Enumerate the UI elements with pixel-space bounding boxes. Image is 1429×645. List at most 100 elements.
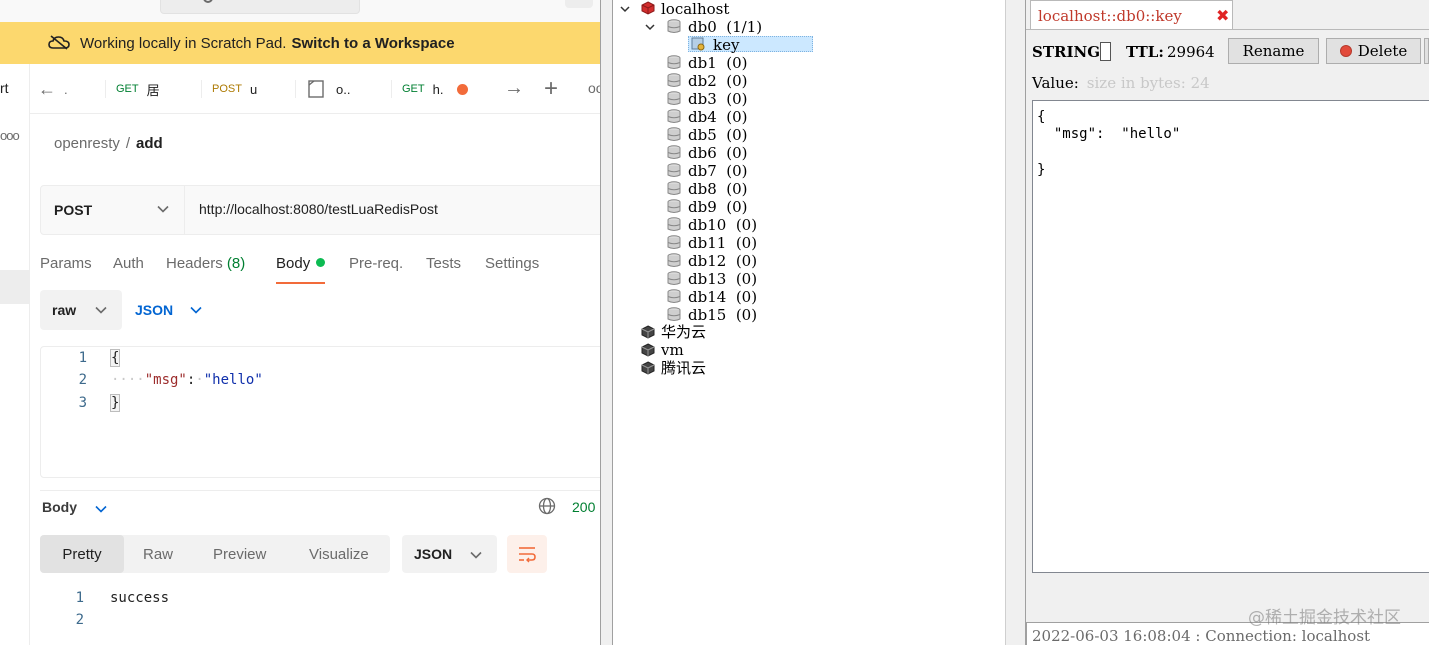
breadcrumb-collection[interactable]: openresty [54, 135, 120, 152]
tree-db-item[interactable]: db9 (0) [688, 198, 748, 216]
arrow-right-icon[interactable]: → [504, 77, 524, 100]
search-bar[interactable] [160, 0, 360, 14]
status-text: 2022-06-03 16:08:04 : Connection: localh… [1032, 627, 1371, 645]
response-header: Body 200 [40, 490, 600, 520]
more-tabs-icon[interactable]: oo [588, 80, 600, 96]
header-button[interactable] [565, 0, 593, 8]
ttl-label: TTL: [1126, 43, 1164, 61]
tab-raw[interactable]: Raw [143, 535, 173, 573]
tab-label: o.. [336, 81, 351, 97]
tree-db0[interactable]: db0 (1/1) [688, 18, 762, 36]
tab-body[interactable]: Body [276, 255, 326, 284]
response-format-select[interactable]: JSON [402, 535, 497, 573]
value-line: "msg": "hello" [1037, 126, 1181, 142]
tab-prereq[interactable]: Pre-req. [349, 255, 403, 272]
value-editor[interactable]: { "msg": "hello" } [1032, 100, 1429, 573]
tab-visualize[interactable]: Visualize [309, 535, 369, 573]
wrap-lines-button[interactable] [507, 535, 547, 573]
tree-db-item[interactable]: db14 (0) [688, 288, 757, 306]
tab-params[interactable]: Params [40, 255, 92, 272]
database-icon [667, 271, 681, 285]
tree-db-item[interactable]: db11 (0) [688, 234, 757, 252]
tree-db-item[interactable]: db13 (0) [688, 270, 757, 288]
tree-key[interactable]: key [713, 36, 739, 54]
tree-db-item[interactable]: db15 (0) [688, 306, 757, 324]
tree-db-item[interactable]: db1 (0) [688, 54, 748, 72]
tree-server-localhost[interactable]: localhost [661, 0, 729, 18]
json-value: "hello" [203, 372, 263, 388]
tab-get-2[interactable]: GET h. [402, 64, 488, 114]
tab-back[interactable]: ← . [38, 64, 106, 114]
tab-get-1[interactable]: GET 居 [116, 64, 202, 114]
database-icon [667, 73, 681, 87]
value-line: { [1037, 109, 1046, 125]
tree-db-item[interactable]: db10 (0) [688, 216, 757, 234]
response-view-tabs: Pretty Raw Preview Visualize [40, 535, 390, 573]
sidebar-import-button[interactable]: rt [0, 80, 9, 96]
document-icon [308, 80, 324, 98]
sidebar-selected-item[interactable] [0, 270, 29, 304]
chevron-down-icon [470, 551, 482, 559]
tree-server-huawei[interactable]: 华为云 [661, 323, 706, 341]
value-label: Value: [1032, 74, 1079, 92]
method-select[interactable]: POST [41, 186, 185, 234]
tab-settings[interactable]: Settings [485, 255, 539, 272]
body-indicator-icon [316, 258, 326, 267]
response-format-value: JSON [414, 546, 453, 562]
type-field[interactable] [1100, 42, 1111, 61]
url-bar: POST http://localhost:8080/testLuaRedisP… [40, 185, 600, 235]
postman-sidebar: rt ooo [0, 64, 30, 645]
tab-pretty[interactable]: Pretty [40, 535, 124, 573]
database-icon [667, 289, 681, 303]
chevron-down-icon [157, 205, 169, 213]
body-type-select[interactable]: raw [40, 290, 122, 330]
chevron-down-icon[interactable] [644, 21, 656, 33]
toolbar-overflow-button[interactable] [1424, 38, 1429, 64]
postman-panel: Working locally in Scratch Pad. Switch t… [0, 0, 600, 645]
more-icon[interactable]: ooo [0, 128, 20, 143]
tab-label: u [249, 81, 258, 97]
tree-db-item[interactable]: db5 (0) [688, 126, 748, 144]
tree-db-item[interactable]: db8 (0) [688, 180, 748, 198]
tree-item-selected [688, 36, 813, 52]
key-toolbar: STRING: TTL: 29964 Rename Delete [1026, 38, 1429, 66]
switch-workspace-link[interactable]: Switch to a Workspace [291, 35, 454, 52]
database-icon [667, 163, 681, 177]
banner-text: Working locally in Scratch Pad. [80, 34, 287, 52]
globe-icon[interactable] [538, 497, 556, 515]
chevron-down-icon[interactable] [619, 3, 631, 15]
tab-headers[interactable]: Headers (8) [166, 255, 245, 272]
tree-db-item[interactable]: db6 (0) [688, 144, 748, 162]
tab-preview[interactable]: Preview [213, 535, 266, 573]
key-tab[interactable]: localhost::db0::key ✖ [1030, 0, 1233, 29]
value-line: } [1037, 162, 1046, 178]
tree-db-item[interactable]: db7 (0) [688, 162, 748, 180]
tree-db-item[interactable]: db3 (0) [688, 90, 748, 108]
tab-tests[interactable]: Tests [426, 255, 461, 272]
tree-db-item[interactable]: db4 (0) [688, 108, 748, 126]
tab-label: 居 [146, 82, 160, 98]
chevron-down-icon[interactable] [94, 502, 108, 516]
tab-collection[interactable]: o.. [308, 64, 392, 114]
tree-server-tencent[interactable]: 腾讯云 [661, 359, 706, 377]
tab-auth[interactable]: Auth [113, 255, 144, 272]
window-splitter[interactable] [600, 0, 613, 645]
close-icon[interactable]: ✖ [1216, 6, 1229, 25]
line-number: 3 [78, 395, 87, 411]
arrow-left-icon: ← [38, 78, 56, 99]
tree-db-item[interactable]: db12 (0) [688, 252, 757, 270]
rename-label: Rename [1242, 42, 1305, 60]
plus-icon[interactable]: + [544, 75, 558, 103]
tree-server-vm[interactable]: vm [661, 341, 684, 359]
delete-button[interactable]: Delete [1326, 38, 1421, 64]
breadcrumb-request[interactable]: add [136, 135, 163, 152]
body-format-select[interactable]: JSON [135, 290, 203, 330]
window-splitter[interactable] [1005, 0, 1026, 645]
rename-button[interactable]: Rename [1228, 38, 1319, 64]
database-icon [667, 217, 681, 231]
url-input[interactable]: http://localhost:8080/testLuaRedisPost [199, 201, 438, 217]
tab-post[interactable]: POST u [212, 64, 296, 114]
body-editor[interactable]: 1 { 2 ····"msg":·"hello" 3 } [40, 346, 600, 478]
tree-db-item[interactable]: db2 (0) [688, 72, 748, 90]
request-tab-bar: ← . GET 居 POST u o.. GET h. → + oo [30, 64, 600, 114]
